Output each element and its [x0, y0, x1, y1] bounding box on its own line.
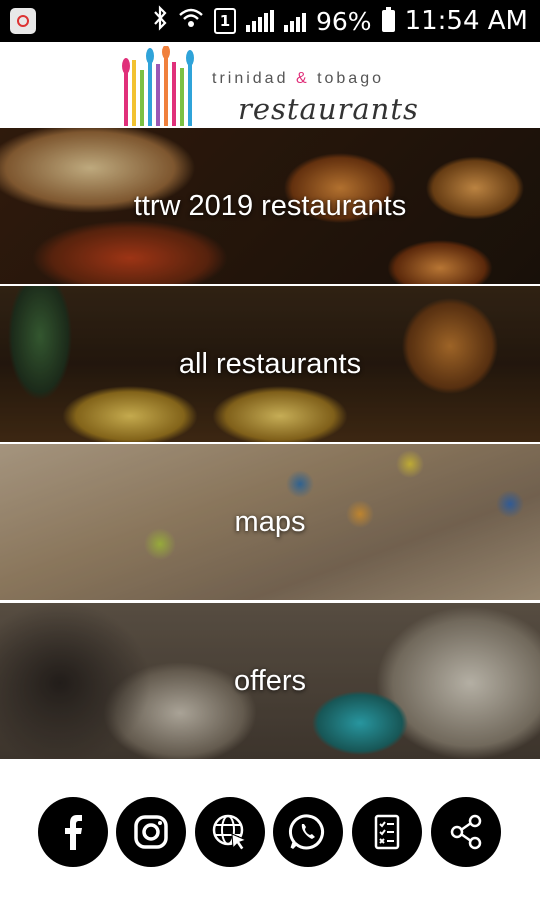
wifi-icon	[178, 7, 204, 35]
whatsapp-button[interactable]	[273, 797, 343, 867]
signal-icon	[284, 10, 306, 32]
instagram-icon	[134, 815, 168, 849]
brand-word-trinidad: trinidad	[212, 70, 289, 87]
tile-maps[interactable]: maps	[0, 444, 540, 600]
tile-all-restaurants[interactable]: all restaurants	[0, 286, 540, 442]
battery-percent: 96%	[316, 6, 372, 36]
facebook-button[interactable]	[38, 797, 108, 867]
tile-label: maps	[234, 505, 306, 538]
tile-label: offers	[233, 664, 306, 697]
brand-subtitle: restaurants	[238, 92, 419, 126]
website-icon	[212, 814, 248, 851]
bluetooth-icon	[152, 5, 168, 37]
instagram-button[interactable]	[116, 797, 186, 867]
tile-offers[interactable]: offers	[0, 603, 540, 759]
clock: 11:54 AM	[404, 6, 528, 36]
checklist-icon	[374, 814, 400, 850]
share-button[interactable]	[431, 797, 501, 867]
facebook-icon	[65, 815, 82, 850]
status-bar: 1 96% 11:54 AM	[0, 0, 540, 42]
brand-name: trinidad & tobago	[212, 70, 384, 88]
whatsapp-icon	[288, 814, 324, 850]
share-icon	[450, 814, 482, 850]
tile-ttrw-2019-restaurants[interactable]: ttrw 2019 restaurants	[0, 128, 540, 284]
cutlery-logo-icon	[120, 45, 196, 126]
brand-ampersand: &	[295, 70, 310, 87]
signal-icon	[246, 10, 274, 32]
checklist-button[interactable]	[352, 797, 422, 867]
sim-icon: 1	[214, 8, 236, 34]
battery-icon	[381, 7, 395, 32]
tile-label: ttrw 2019 restaurants	[133, 189, 407, 222]
app-notification-icon	[10, 8, 36, 34]
website-button[interactable]	[195, 797, 265, 867]
brand-word-tobago: tobago	[317, 70, 384, 87]
tile-label: all restaurants	[178, 347, 362, 380]
status-icons: 1 96% 11:54 AM	[152, 0, 528, 42]
